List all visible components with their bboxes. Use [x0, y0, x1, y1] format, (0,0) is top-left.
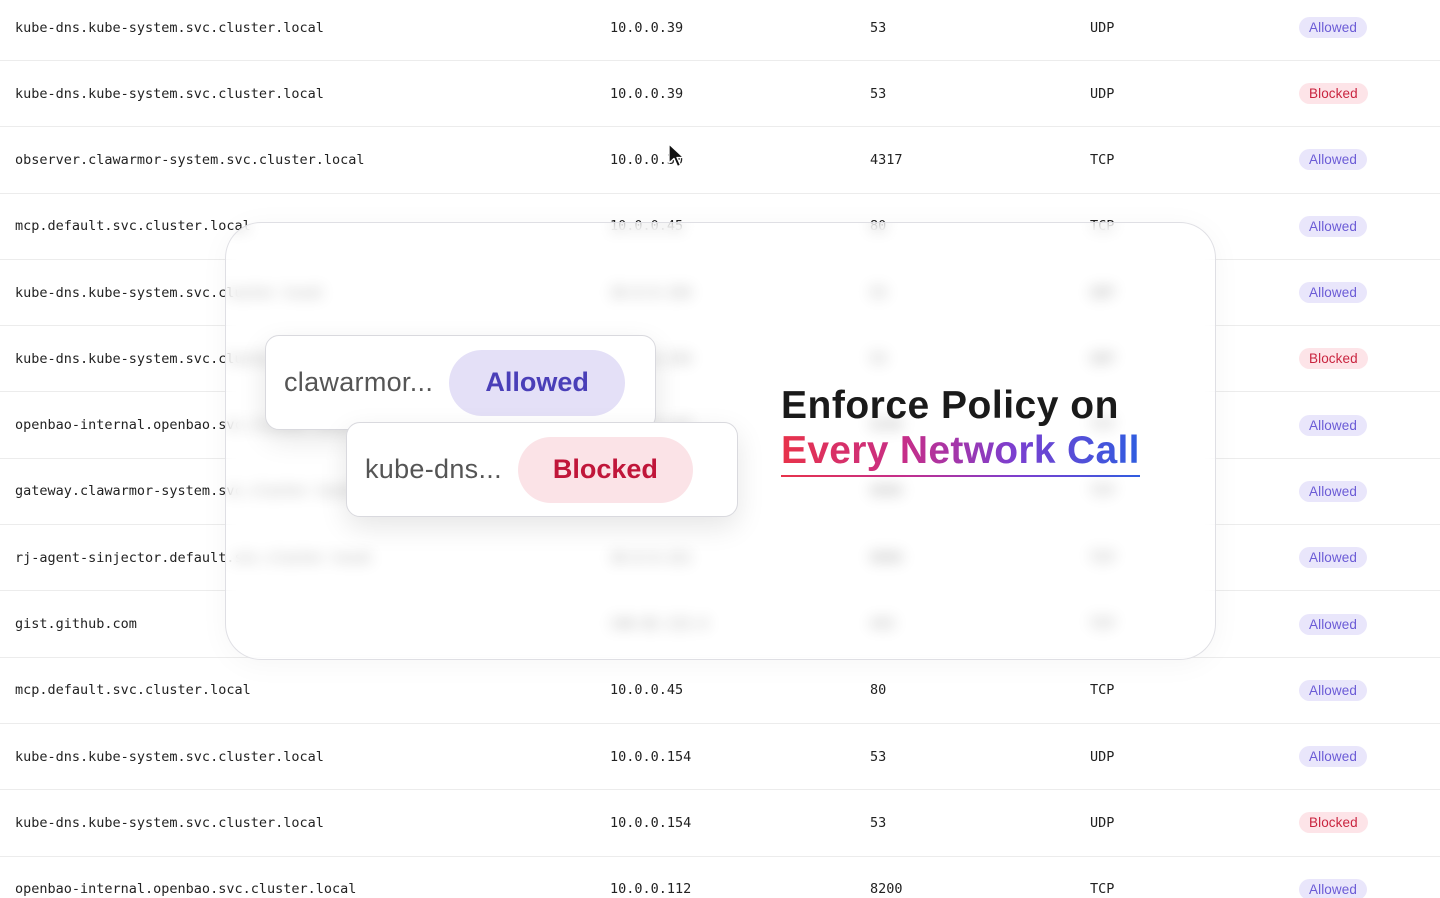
port-cell: 53 — [870, 85, 887, 102]
blocked-badge: Blocked — [517, 436, 693, 503]
example-host-label: kube-dns... — [365, 454, 502, 484]
ip-cell: 10.0.0.39 — [610, 19, 684, 36]
port-cell: 53 — [870, 748, 887, 765]
protocol-cell: UDP — [1090, 19, 1115, 36]
table-row[interactable]: kube-dns.kube-system.svc.cluster.local 10… — [0, 0, 1440, 61]
ip-cell: 10.0.0.39 — [610, 85, 684, 102]
status-cell: Allowed — [1299, 260, 1367, 325]
status-badge: Allowed — [1299, 547, 1367, 569]
status-cell: Allowed — [1299, 857, 1367, 898]
protocol-cell: UDP — [1090, 814, 1115, 831]
allowed-badge: Allowed — [449, 349, 626, 416]
status-cell: Allowed — [1299, 0, 1367, 60]
host-cell: kube-dns.kube-system.svc.cluster.local — [15, 748, 324, 765]
status-badge: Allowed — [1299, 878, 1367, 898]
table-row[interactable]: kube-dns.kube-system.svc.cluster.local 10… — [0, 61, 1440, 128]
host-cell: kube-dns.kube-system.svc.cluster.local — [15, 85, 324, 102]
status-badge: Allowed — [1299, 679, 1367, 701]
ip-cell: 10.0.0.45 — [610, 682, 684, 699]
headline-line-2: Every Network Call — [781, 429, 1140, 477]
protocol-cell: TCP — [1090, 151, 1115, 168]
protocol-cell: UDP — [1090, 85, 1115, 102]
status-cell: Allowed — [1299, 525, 1367, 590]
blocked-example-card: kube-dns... Blocked — [346, 422, 738, 517]
port-cell: 53 — [870, 19, 887, 36]
status-badge: Allowed — [1299, 746, 1367, 768]
table-row[interactable]: openbao-internal.openbao.svc.cluster.loc… — [0, 857, 1440, 898]
port-cell: 80 — [870, 682, 887, 699]
status-badge: Allowed — [1299, 17, 1367, 38]
host-cell: mcp.default.svc.cluster.local — [15, 682, 251, 699]
headline: Enforce Policy on Every Network Call — [781, 383, 1140, 477]
host-cell: gist.github.com — [15, 616, 137, 633]
status-cell: Allowed — [1299, 658, 1367, 723]
status-badge: Allowed — [1299, 282, 1367, 304]
port-cell: 4317 — [870, 151, 903, 168]
table-row[interactable]: kube-dns.kube-system.svc.cluster.local 10… — [0, 724, 1440, 791]
status-badge: Blocked — [1299, 83, 1368, 105]
table-row[interactable]: mcp.default.svc.cluster.local 10.0.0.45 80… — [0, 658, 1440, 724]
table-row[interactable]: observer.clawarmor-system.svc.cluster.lo… — [0, 127, 1440, 194]
status-badge: Blocked — [1299, 348, 1368, 370]
status-cell: Allowed — [1299, 724, 1367, 789]
host-cell: openbao-internal.openbao.svc.cluster.loc… — [15, 881, 357, 898]
port-cell: 8200 — [870, 881, 903, 898]
ip-cell: 10.0.0.112 — [610, 881, 692, 898]
protocol-cell: UDP — [1090, 748, 1115, 765]
status-badge: Allowed — [1299, 414, 1367, 436]
status-badge: Allowed — [1299, 480, 1367, 502]
status-badge: Allowed — [1299, 613, 1367, 635]
host-cell: kube-dns.kube-system.svc.cluster.local — [15, 814, 324, 831]
status-badge: Blocked — [1299, 812, 1368, 834]
ip-cell: 10.0.0.154 — [610, 748, 692, 765]
status-cell: Blocked — [1299, 61, 1368, 126]
protocol-cell: TCP — [1090, 881, 1115, 898]
status-cell: Blocked — [1299, 326, 1368, 391]
status-cell: Allowed — [1299, 591, 1367, 656]
ip-cell: 10.0.0.154 — [610, 814, 692, 831]
host-cell: mcp.default.svc.cluster.local — [15, 218, 251, 235]
example-host-label: clawarmor... — [284, 367, 434, 397]
allowed-example-card: clawarmor... Allowed — [265, 335, 656, 430]
headline-line-1: Enforce Policy on — [781, 384, 1119, 427]
port-cell: 53 — [870, 814, 887, 831]
status-cell: Allowed — [1299, 392, 1367, 457]
host-cell: observer.clawarmor-system.svc.cluster.lo… — [15, 151, 365, 168]
status-cell: Allowed — [1299, 194, 1367, 259]
status-cell: Allowed — [1299, 459, 1367, 524]
status-badge: Allowed — [1299, 215, 1367, 237]
host-cell: kube-dns.kube-system.svc.cluster.local — [15, 19, 324, 36]
protocol-cell: TCP — [1090, 682, 1115, 699]
mouse-cursor-icon — [668, 143, 685, 168]
status-badge: Allowed — [1299, 149, 1367, 171]
table-row[interactable]: kube-dns.kube-system.svc.cluster.local 10… — [0, 790, 1440, 857]
status-cell: Blocked — [1299, 790, 1368, 855]
status-cell: Allowed — [1299, 127, 1367, 192]
